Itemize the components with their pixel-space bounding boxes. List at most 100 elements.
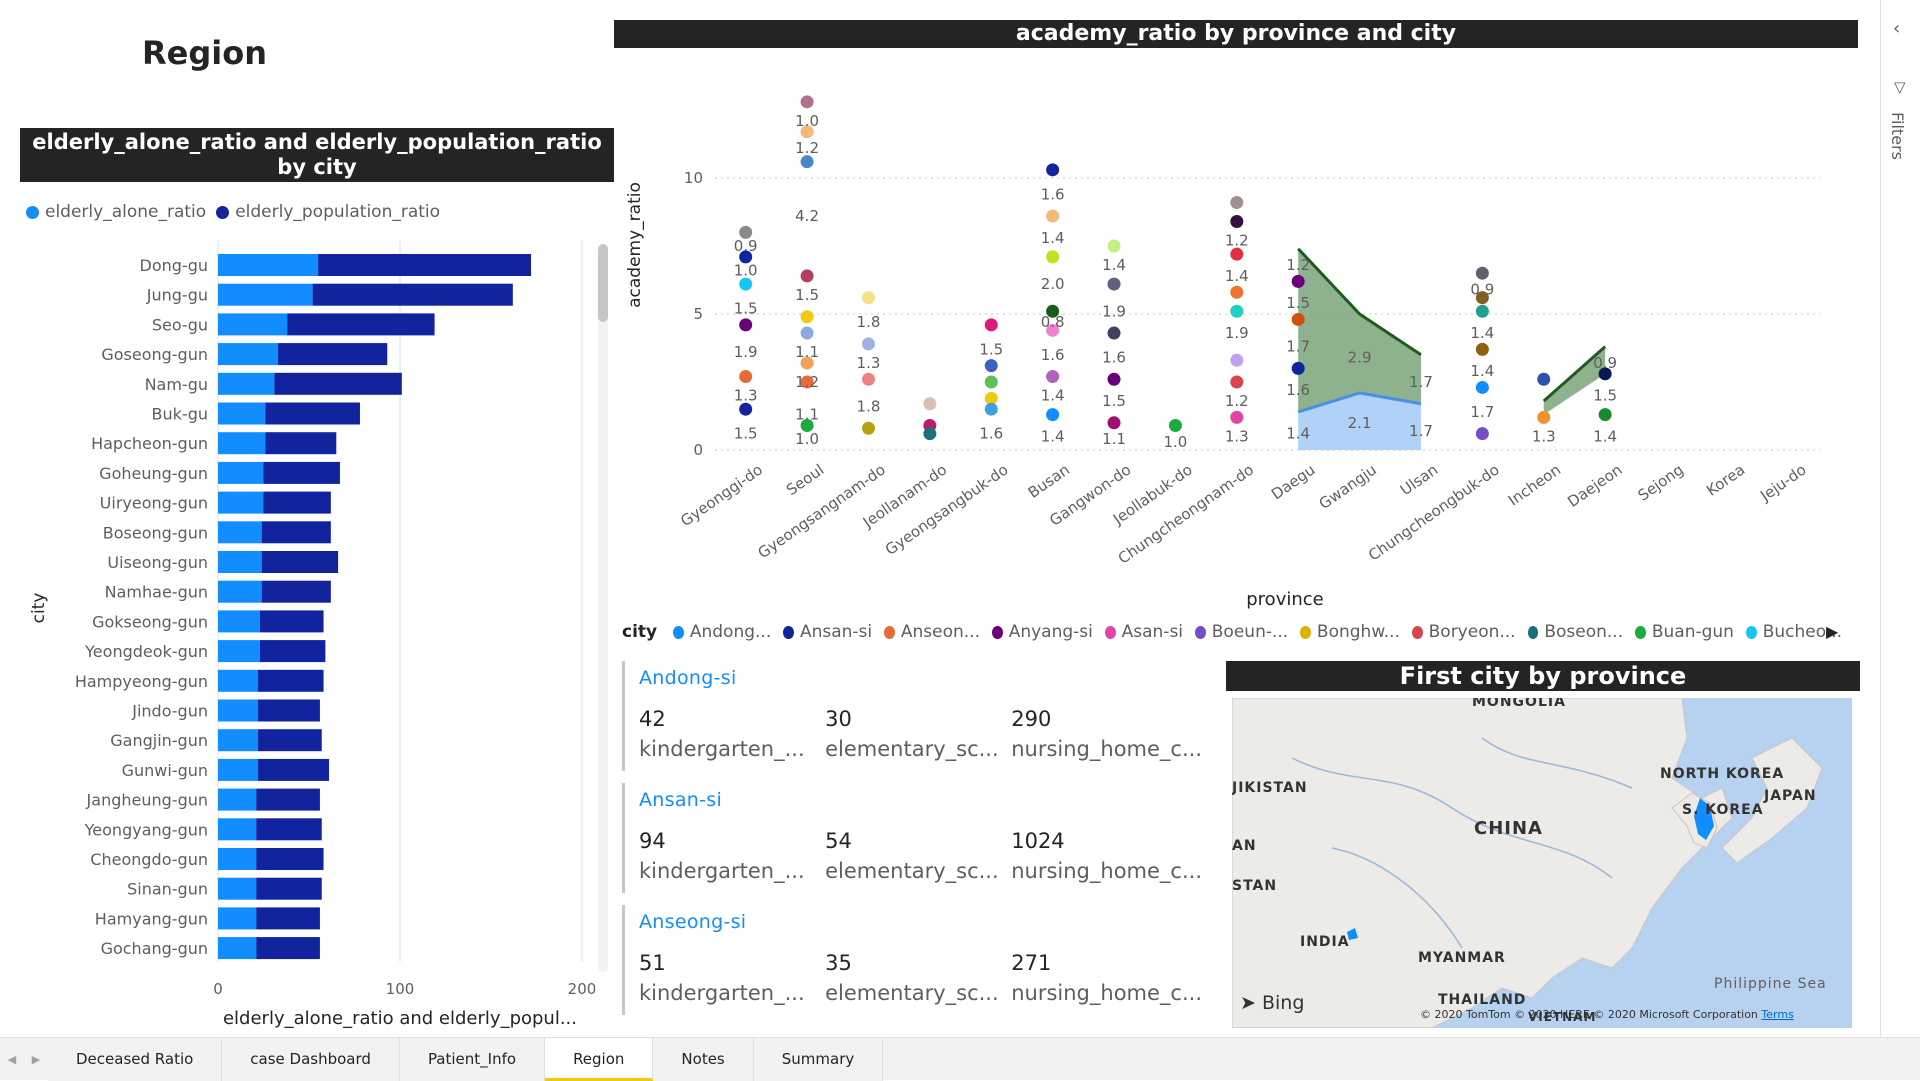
academy-point[interactable] (739, 277, 753, 291)
bar-chart[interactable]: 0 100 200 Dong-gu Jung-gu Seo-gu Goseong-gun Na… (0, 240, 600, 1040)
tab-next-icon[interactable]: ▶ (24, 1038, 48, 1081)
bar-segment-elderly-population-ratio[interactable] (258, 729, 322, 752)
academy-point[interactable] (1107, 326, 1121, 340)
academy-point[interactable] (1046, 408, 1060, 422)
bar-segment-elderly-population-ratio[interactable] (256, 877, 322, 900)
academy-point[interactable] (1230, 195, 1244, 209)
academy-point[interactable] (1046, 163, 1060, 177)
academy-chart[interactable]: 0 5 10 0.9 1.0 1.5 1.9 1.3 1.5 1.0 1.2 4.2 1.5 1.1 1.2… (600, 70, 1830, 615)
bar-segment-elderly-population-ratio[interactable] (318, 254, 532, 276)
bar-segment-elderly-population-ratio[interactable] (256, 907, 320, 930)
bar-segment-elderly-alone-ratio[interactable] (218, 818, 257, 841)
tab-summary[interactable]: Summary (753, 1038, 884, 1081)
city-legend-item[interactable]: Asan-si (1122, 622, 1183, 642)
academy-point[interactable] (1291, 274, 1305, 288)
bar-segment-elderly-population-ratio[interactable] (256, 788, 320, 811)
bar-segment-elderly-population-ratio[interactable] (274, 372, 402, 395)
bar-segment-elderly-alone-ratio[interactable] (218, 580, 262, 603)
academy-point[interactable] (800, 155, 814, 169)
academy-point[interactable] (1475, 266, 1489, 280)
academy-point[interactable] (1291, 312, 1305, 326)
legend-label-elderly-population[interactable]: elderly_population_ratio (235, 202, 440, 222)
bar-segment-elderly-alone-ratio[interactable] (218, 640, 260, 663)
bar-segment-elderly-alone-ratio[interactable] (218, 491, 264, 514)
tab-deceased-ratio[interactable]: Deceased Ratio (48, 1038, 223, 1081)
academy-point[interactable] (861, 372, 875, 386)
academy-point[interactable] (861, 291, 875, 305)
bar-segment-elderly-alone-ratio[interactable] (218, 432, 266, 455)
bar-segment-elderly-alone-ratio[interactable] (218, 937, 257, 960)
bar-segment-elderly-alone-ratio[interactable] (218, 907, 257, 930)
academy-point[interactable] (1107, 372, 1121, 386)
academy-point[interactable] (1537, 372, 1551, 386)
academy-point[interactable] (1107, 416, 1121, 430)
academy-point[interactable] (1230, 304, 1244, 318)
bar-segment-elderly-alone-ratio[interactable] (218, 877, 257, 900)
academy-point[interactable] (800, 310, 814, 324)
bar-segment-elderly-population-ratio[interactable] (261, 580, 331, 603)
legend-label-elderly-alone[interactable]: elderly_alone_ratio (45, 202, 206, 222)
map-terms-link[interactable]: Terms (1761, 1008, 1793, 1021)
academy-point[interactable] (1107, 277, 1121, 291)
city-legend-item[interactable]: Ansan-si (800, 622, 872, 642)
bar-segment-elderly-alone-ratio[interactable] (218, 758, 259, 781)
academy-point[interactable] (1046, 209, 1060, 223)
city-legend-item[interactable]: Buan-gun (1652, 622, 1734, 642)
bar-segment-elderly-population-ratio[interactable] (261, 521, 331, 544)
city-legend-item[interactable]: Boryeon... (1429, 622, 1516, 642)
bar-segment-elderly-population-ratio[interactable] (287, 313, 435, 336)
academy-point[interactable] (984, 318, 998, 332)
academy-point[interactable] (1230, 215, 1244, 229)
academy-point[interactable] (984, 375, 998, 389)
academy-point[interactable] (1230, 375, 1244, 389)
bar-segment-elderly-alone-ratio[interactable] (218, 343, 279, 366)
academy-point[interactable] (800, 326, 814, 340)
bar-segment-elderly-population-ratio[interactable] (261, 551, 339, 573)
academy-point[interactable] (1230, 247, 1244, 261)
academy-point[interactable] (1046, 370, 1060, 384)
bar-segment-elderly-population-ratio[interactable] (258, 758, 330, 781)
academy-point[interactable] (1475, 380, 1489, 394)
city-legend-item[interactable]: Anyang-si (1009, 622, 1093, 642)
bar-segment-elderly-population-ratio[interactable] (256, 848, 324, 870)
filters-label[interactable]: Filters (1888, 112, 1907, 160)
filter-icon[interactable]: ▽ (1894, 78, 1906, 96)
bar-segment-elderly-alone-ratio[interactable] (218, 521, 262, 544)
academy-point[interactable] (1230, 353, 1244, 367)
academy-point[interactable] (1168, 419, 1182, 433)
bar-segment-elderly-population-ratio[interactable] (258, 699, 320, 722)
academy-point[interactable] (800, 95, 814, 109)
academy-point[interactable] (800, 269, 814, 283)
city-legend-item[interactable]: Boeun-... (1212, 622, 1288, 642)
academy-point[interactable] (1107, 239, 1121, 253)
city-legend-item[interactable]: Bonghw... (1317, 622, 1400, 642)
bar-segment-elderly-alone-ratio[interactable] (218, 254, 319, 276)
academy-point[interactable] (1475, 342, 1489, 356)
bar-segment-elderly-alone-ratio[interactable] (218, 551, 262, 573)
academy-point[interactable] (1291, 361, 1305, 375)
city-legend-item[interactable]: Andong... (690, 622, 771, 642)
tab-notes[interactable]: Notes (653, 1038, 754, 1081)
bar-segment-elderly-population-ratio[interactable] (312, 283, 513, 306)
bar-segment-elderly-population-ratio[interactable] (256, 818, 322, 841)
bar-segment-elderly-alone-ratio[interactable] (218, 402, 266, 425)
bar-segment-elderly-population-ratio[interactable] (263, 461, 340, 484)
bar-segment-elderly-alone-ratio[interactable] (218, 461, 264, 484)
bar-segment-elderly-alone-ratio[interactable] (218, 610, 260, 633)
bar-segment-elderly-population-ratio[interactable] (259, 610, 324, 633)
bar-segment-elderly-alone-ratio[interactable] (218, 669, 259, 692)
collapse-pane-icon[interactable]: ‹ (1893, 18, 1900, 39)
academy-point[interactable] (739, 318, 753, 332)
academy-point[interactable] (1598, 408, 1612, 422)
map[interactable]: MONGOLIA JIKISTAN AN STAN CHINA NORTH KO… (1232, 698, 1852, 1028)
academy-point[interactable] (923, 397, 937, 411)
city-card-name[interactable]: Ansan-si (639, 789, 1202, 811)
city-card-name[interactable]: Andong-si (639, 667, 1202, 689)
bar-segment-elderly-population-ratio[interactable] (263, 491, 331, 514)
academy-point[interactable] (739, 370, 753, 384)
bar-segment-elderly-alone-ratio[interactable] (218, 848, 257, 870)
academy-point[interactable] (984, 359, 998, 373)
academy-point[interactable] (1537, 410, 1551, 424)
city-card-name[interactable]: Anseong-si (639, 911, 1202, 933)
academy-point[interactable] (984, 402, 998, 416)
